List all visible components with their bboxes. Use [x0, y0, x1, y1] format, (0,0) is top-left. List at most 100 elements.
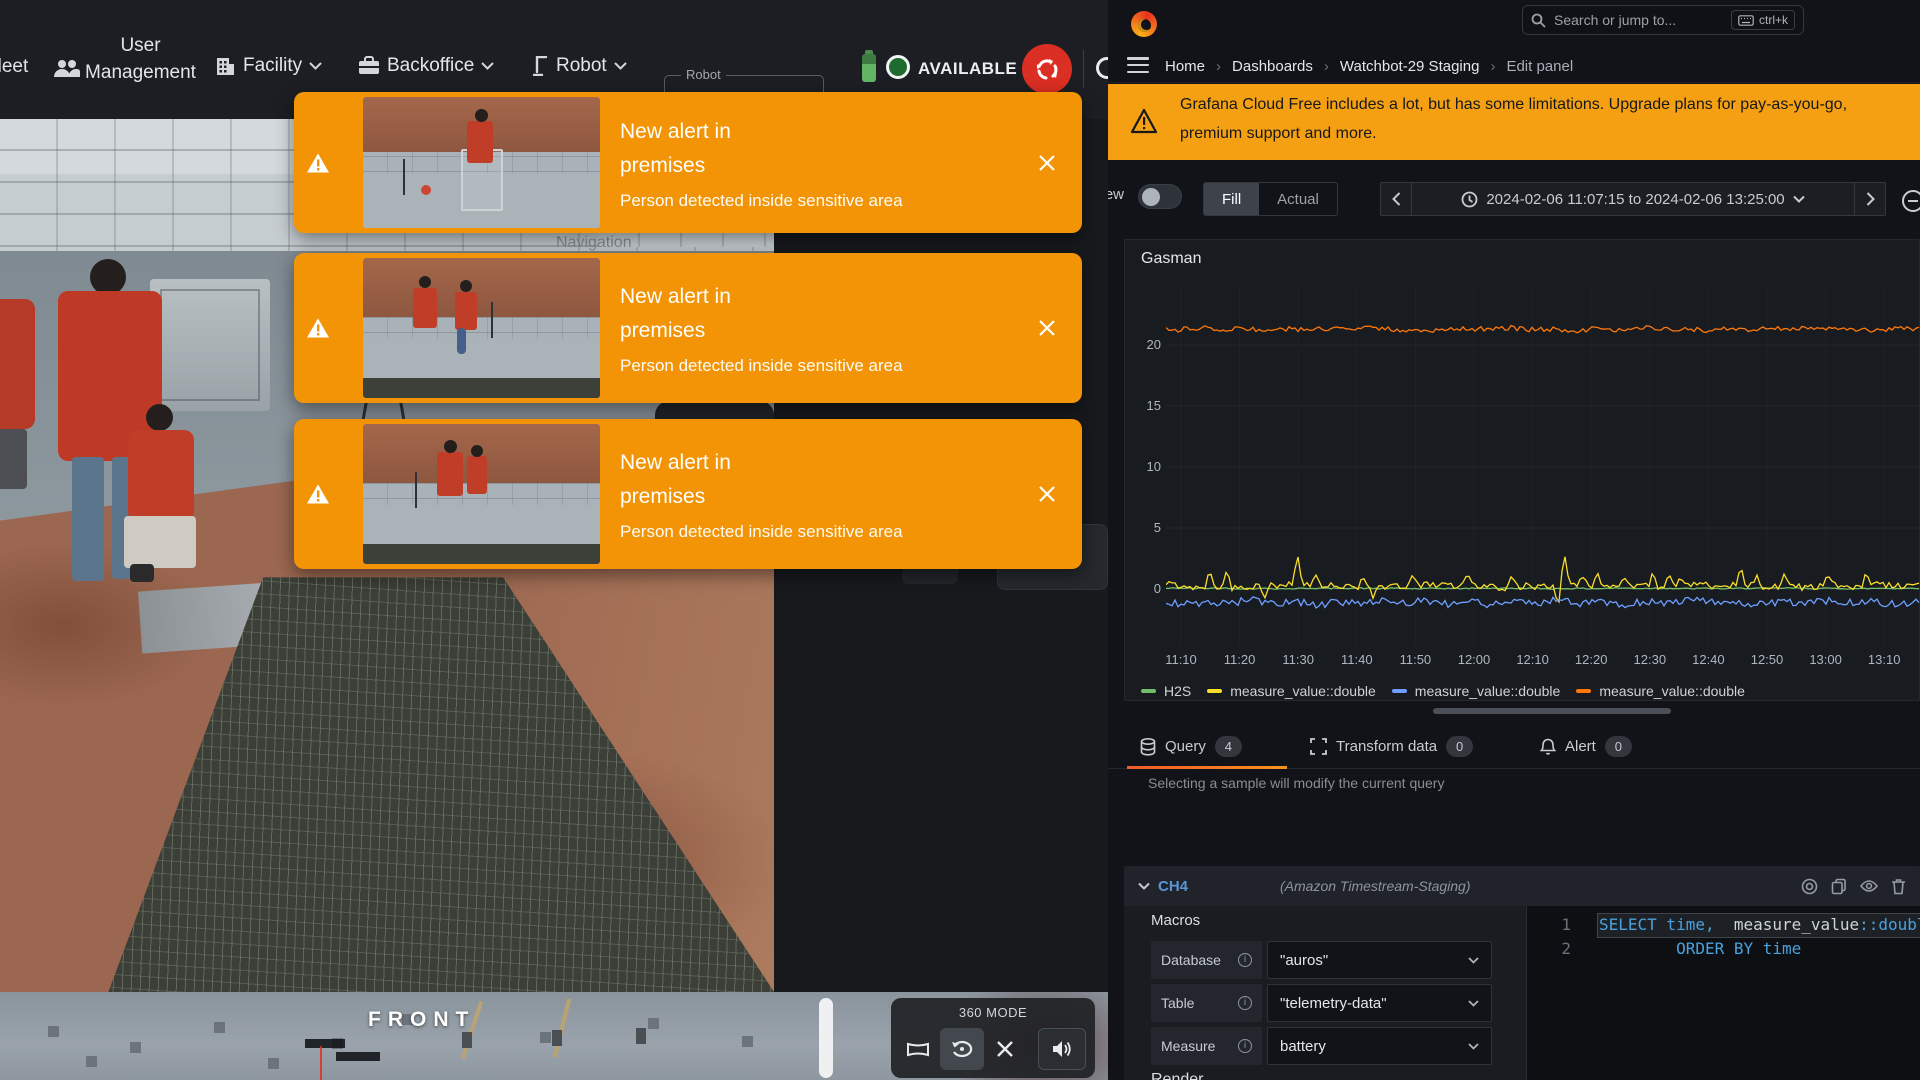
warning-icon	[1130, 108, 1158, 134]
actual-button[interactable]: Actual	[1259, 183, 1337, 215]
fill-button[interactable]: Fill	[1204, 183, 1259, 215]
menu-icon[interactable]	[1127, 57, 1149, 73]
x-tick-label: 12:40	[1686, 652, 1730, 667]
chevron-right-icon	[1866, 192, 1875, 206]
sql-identifier: measure_value	[1715, 915, 1860, 934]
info-icon[interactable]: i	[1238, 953, 1252, 967]
database-icon	[1140, 738, 1156, 756]
search-icon	[1531, 13, 1546, 28]
warning-icon	[306, 318, 330, 339]
x-tick-label: 11:50	[1393, 652, 1437, 667]
measure-select[interactable]: battery	[1267, 1027, 1492, 1065]
record-icon[interactable]	[1801, 878, 1818, 895]
chevron-left-icon	[1392, 192, 1401, 206]
x-tick-label: 13:00	[1804, 652, 1848, 667]
legend-item[interactable]: measure_value::double	[1576, 683, 1745, 699]
horizontal-scrollbar[interactable]	[1433, 708, 1671, 714]
grafana-pane: Search or jump to... ctrl+k Home › Dashb…	[1108, 0, 1920, 1080]
panorama-mode-button[interactable]	[898, 1028, 938, 1070]
person-crouching	[116, 404, 206, 584]
info-icon[interactable]: i	[1238, 996, 1252, 1010]
time-range-picker[interactable]: 2024-02-06 11:07:15 to 2024-02-06 13:25:…	[1412, 182, 1854, 216]
time-back-button[interactable]	[1380, 182, 1412, 216]
alert-toast[interactable]: New alert in premises Person detected in…	[294, 92, 1082, 233]
emergency-stop-button[interactable]	[1022, 44, 1072, 94]
field-label-text: Measure	[1161, 1038, 1215, 1054]
query-name[interactable]: CH4	[1158, 878, 1188, 895]
next-section-heading: Render	[1151, 1071, 1203, 1080]
x-tick-label: 12:10	[1511, 652, 1555, 667]
alert-message: Person detected inside sensitive area	[620, 522, 1012, 542]
divider	[1083, 50, 1084, 88]
alert-title: New alert in	[620, 280, 1012, 314]
sql-keyword: SELECT time,	[1599, 915, 1715, 934]
database-select[interactable]: "auros"	[1267, 941, 1492, 979]
zoom-out-button[interactable]	[1900, 188, 1920, 214]
nav-item-fleet[interactable]: Fleet	[0, 56, 28, 78]
user-management-line2: Management	[78, 59, 203, 86]
audio-button[interactable]	[1038, 1028, 1086, 1070]
banner-text-line2: premium support and more.	[1180, 125, 1377, 143]
table-select[interactable]: "telemetry-data"	[1267, 984, 1492, 1022]
clock-icon	[1461, 191, 1478, 208]
upgrade-banner[interactable]: Grafana Cloud Free includes a lot, but h…	[1108, 84, 1920, 160]
chevron-down-icon	[1468, 957, 1479, 964]
status-dot-icon	[886, 55, 910, 79]
bell-icon	[1540, 738, 1556, 756]
panorama-icon	[906, 1041, 930, 1058]
breadcrumb-dashboard-name[interactable]: Watchbot-29 Staging	[1340, 58, 1480, 75]
x-tick-label: 12:50	[1745, 652, 1789, 667]
alert-title: New alert in	[620, 446, 1012, 480]
database-value: "auros"	[1280, 952, 1468, 969]
grafana-logo-icon[interactable]	[1131, 11, 1157, 37]
eye-icon[interactable]	[1860, 879, 1878, 893]
alert-title: premises	[620, 314, 1012, 348]
line-number: 1	[1551, 915, 1571, 934]
breadcrumb-dashboards[interactable]: Dashboards	[1232, 58, 1313, 75]
scroll-handle[interactable]	[819, 998, 833, 1078]
line-number: 2	[1551, 939, 1571, 958]
nav-item-user-management[interactable]: User Management	[78, 32, 203, 86]
time-series-plot[interactable]	[1166, 286, 1920, 646]
close-icon[interactable]	[1034, 150, 1060, 176]
search-input[interactable]: Search or jump to... ctrl+k	[1522, 5, 1804, 35]
tab-alert[interactable]: Alert 0	[1540, 736, 1632, 757]
mode-panel-title: 360 MODE	[891, 1005, 1095, 1020]
alert-toast[interactable]: New alert in premises Person detected in…	[294, 253, 1082, 403]
alert-title: New alert in	[620, 115, 1012, 149]
legend-item[interactable]: measure_value::double	[1392, 683, 1561, 699]
screen: Fleet User Management Facility	[0, 0, 1920, 1080]
close-icon[interactable]	[1034, 315, 1060, 341]
mode-360-button[interactable]	[940, 1028, 984, 1070]
chevron-down-icon[interactable]	[1138, 882, 1150, 890]
close-camera-button[interactable]	[986, 1028, 1024, 1070]
alert-toast[interactable]: New alert in premises Person detected in…	[294, 419, 1082, 569]
nav-item-robot[interactable]: Robot	[533, 55, 627, 77]
tab-transform[interactable]: Transform data 0	[1310, 736, 1473, 757]
legend-item[interactable]: measure_value::double	[1207, 683, 1376, 699]
table-view-toggle[interactable]	[1138, 184, 1182, 209]
query-row-header[interactable]: CH4 (Amazon Timestream-Staging)	[1124, 866, 1920, 906]
trash-icon[interactable]	[1891, 878, 1906, 895]
tab-transform-badge: 0	[1446, 736, 1473, 757]
info-icon[interactable]: i	[1238, 1039, 1252, 1053]
time-forward-button[interactable]	[1854, 182, 1886, 216]
field-label-text: Database	[1161, 952, 1221, 968]
nav-item-backoffice[interactable]: Backoffice	[358, 55, 494, 77]
users-icon[interactable]	[53, 59, 81, 79]
sql-editor[interactable]: 1 2 SELECT time, measure_value::double O…	[1526, 906, 1920, 1080]
chevron-down-icon	[1468, 1000, 1479, 1007]
nav-item-facility[interactable]: Facility	[215, 55, 322, 77]
close-icon[interactable]	[1034, 481, 1060, 507]
breadcrumb-home[interactable]: Home	[1165, 58, 1205, 75]
x-tick-label: 12:20	[1569, 652, 1613, 667]
active-tab-underline	[1127, 766, 1287, 769]
query-editor-body: Macros Databasei "auros" Tablei "telemet…	[1124, 906, 1920, 1080]
tab-query[interactable]: Query 4	[1140, 736, 1242, 757]
copy-icon[interactable]	[1831, 878, 1847, 895]
x-tick-label: 13:10	[1862, 652, 1906, 667]
sql-line-1: SELECT time, measure_value::double	[1599, 915, 1920, 934]
briefcase-icon	[358, 56, 380, 76]
breadcrumb-edit-panel: Edit panel	[1506, 58, 1573, 75]
legend-item[interactable]: H2S	[1141, 683, 1191, 699]
